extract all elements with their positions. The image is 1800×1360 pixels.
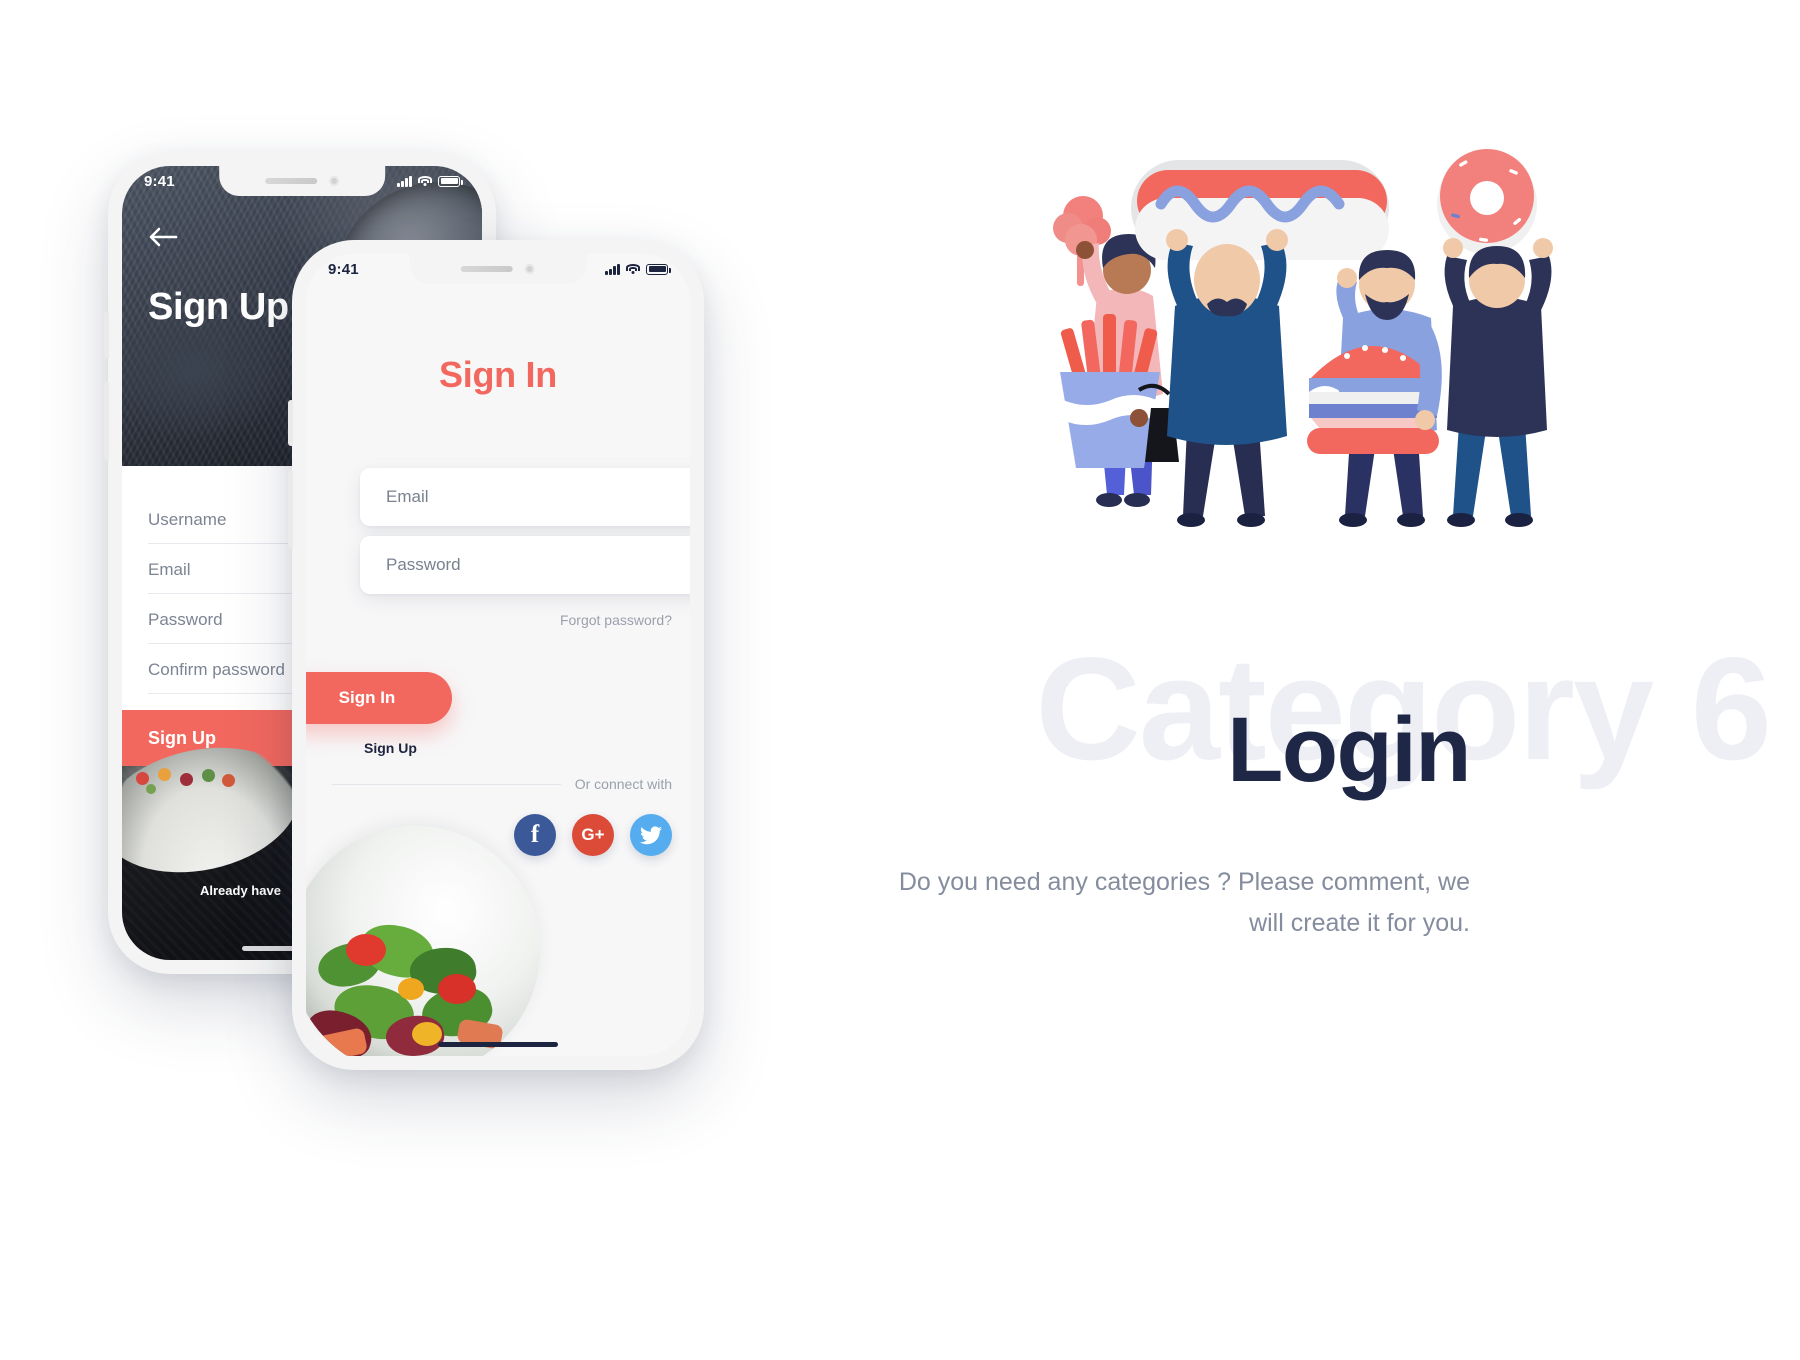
battery-icon — [646, 263, 671, 275]
veg-dot — [222, 774, 235, 787]
twitter-bird-glyph — [640, 825, 662, 844]
veg-dot — [180, 773, 193, 786]
veg-dot — [136, 772, 149, 785]
phone-mockup-sign-in: Sign In Email Password Forgot password? … — [288, 240, 704, 1070]
wifi-icon — [418, 175, 432, 187]
salad-bowl-image — [306, 826, 540, 1056]
status-time: 9:41 — [328, 260, 359, 278]
veg-dot — [146, 784, 156, 794]
facebook-icon[interactable]: f — [514, 814, 556, 856]
twitter-icon[interactable] — [630, 814, 672, 856]
email-input[interactable]: Email — [360, 468, 690, 526]
veg-dot — [158, 768, 171, 781]
veg-dot — [202, 769, 215, 782]
french-fries-icon — [1060, 314, 1160, 468]
tagline-text: Do you need any categories ? Please comm… — [898, 868, 1470, 937]
home-indicator — [438, 1042, 558, 1047]
character-man-burger — [1307, 250, 1442, 527]
status-bar: 9:41 — [306, 254, 690, 284]
already-have-account-text[interactable]: Already have — [200, 883, 281, 898]
email-placeholder: Email — [386, 487, 429, 506]
cherry-tomato — [438, 974, 476, 1004]
or-connect-with-divider: Or connect with — [332, 776, 672, 792]
email-label: Email — [148, 560, 191, 579]
password-label: Password — [148, 610, 223, 629]
divider-line — [332, 783, 561, 785]
sign-in-title: Sign In — [439, 354, 557, 395]
forgot-password-link[interactable]: Forgot password? — [560, 612, 672, 628]
sign-up-link[interactable]: Sign Up — [364, 740, 417, 756]
google-plus-icon[interactable]: G+ — [572, 814, 614, 856]
social-login-row: f G+ — [514, 814, 672, 856]
facebook-glyph: f — [530, 821, 540, 848]
sign-in-screen: Sign In Email Password Forgot password? … — [306, 254, 690, 1056]
status-time: 9:41 — [144, 172, 175, 190]
back-arrow-icon[interactable] — [148, 226, 178, 248]
character-man-donut — [1437, 149, 1553, 527]
battery-icon — [438, 175, 463, 187]
signal-bars-icon — [605, 263, 620, 275]
yellow-tomato — [398, 978, 424, 1000]
password-placeholder: Password — [386, 555, 461, 574]
sign-in-button[interactable]: Sign In — [306, 672, 452, 724]
connect-label: Or connect with — [574, 776, 672, 792]
sign-up-title: Sign Up — [148, 286, 289, 328]
page-title: Login — [1227, 699, 1471, 801]
signal-bars-icon — [397, 175, 412, 187]
status-bar: 9:41 — [122, 166, 482, 196]
wifi-icon — [626, 263, 640, 275]
google-plus-glyph: G+ — [581, 825, 605, 844]
username-label: Username — [148, 510, 227, 529]
confirm-password-label: Confirm password — [148, 660, 285, 679]
cherry-tomato — [346, 934, 386, 966]
password-input[interactable]: Password — [360, 536, 690, 594]
people-holding-fast-food-illustration — [1053, 149, 1553, 527]
